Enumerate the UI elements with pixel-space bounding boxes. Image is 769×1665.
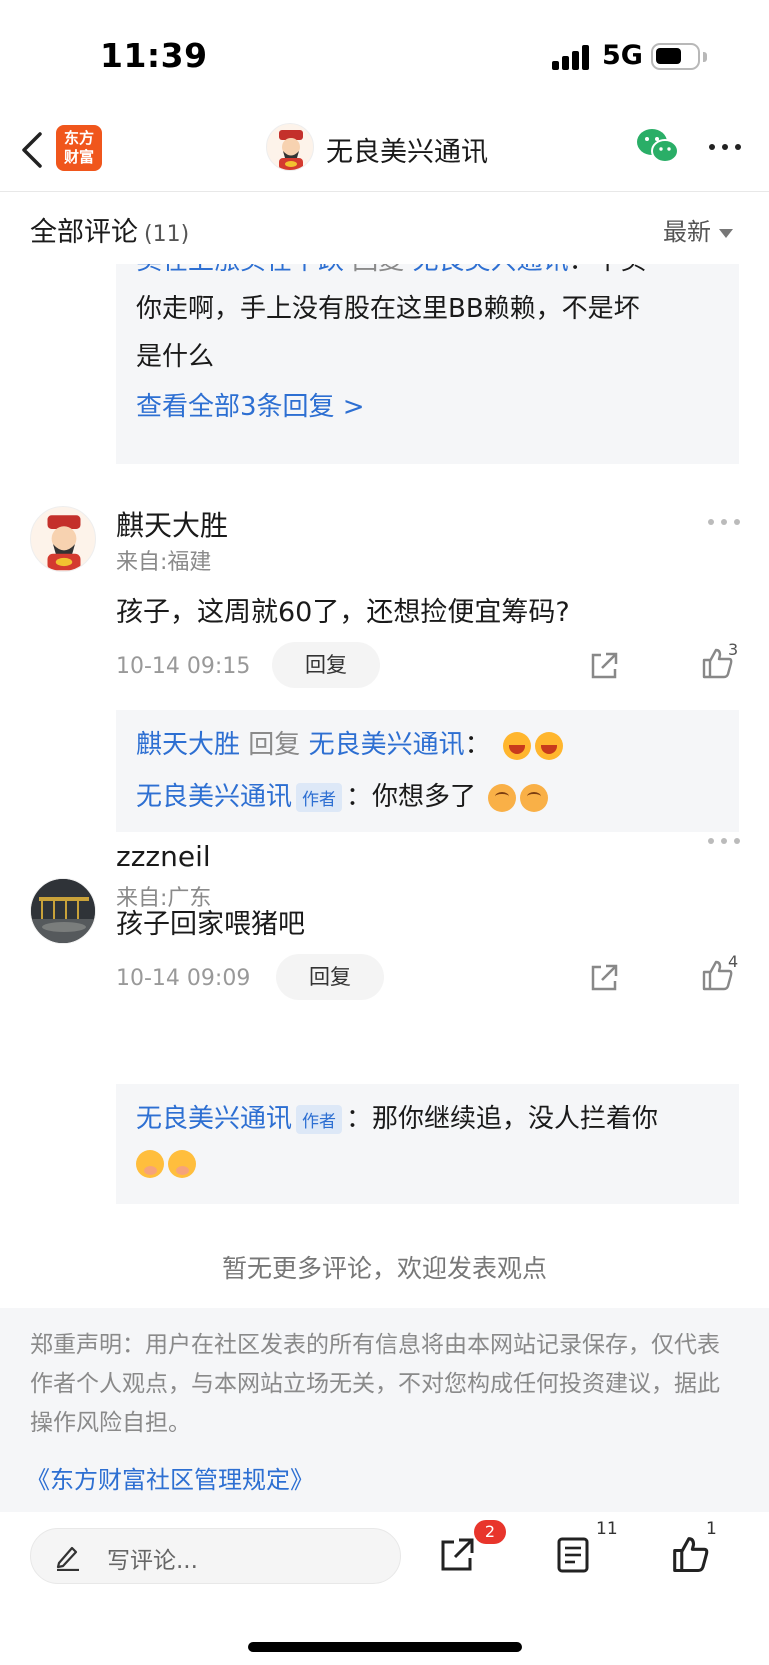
- chevron-down-icon: [719, 228, 733, 238]
- brand-logo-line2: 财富: [63, 148, 94, 166]
- comment-time: 10-14 09:15: [116, 654, 251, 679]
- network-label: 5G: [602, 40, 643, 71]
- comments-count: (11): [144, 222, 190, 247]
- reply-text: 那你继续追，没人拦着你: [372, 1104, 659, 1134]
- community-rules-link[interactable]: 《东方财富社区管理规定》: [26, 1460, 314, 1495]
- comment-input-placeholder: 写评论...: [107, 1548, 198, 1574]
- author-tag: 作者: [296, 783, 343, 812]
- comments-header: 全部评论 (11) 最新: [0, 192, 769, 264]
- reply-user[interactable]: 无良美兴通讯: [136, 782, 292, 812]
- like-count: 1: [706, 1519, 717, 1539]
- like-icon[interactable]: [670, 1534, 710, 1574]
- no-more-comments: 暂无更多评论，欢迎发表观点: [221, 1254, 547, 1283]
- comments-title-label: 全部评论: [30, 217, 138, 248]
- reply-text-line3: 是什么: [136, 342, 215, 372]
- like-count: 4: [728, 952, 739, 971]
- reply-action: 回复: [248, 730, 301, 760]
- share-icon[interactable]: [588, 650, 620, 682]
- comment-count: 11: [596, 1519, 618, 1539]
- reply-colon: ：: [346, 1104, 373, 1134]
- reply-user[interactable]: 麒天大胜: [136, 730, 240, 760]
- reply-line: 无良美兴通讯 作者 ：你想多了: [136, 776, 549, 813]
- reply-user[interactable]: 无良美兴通讯: [136, 1104, 292, 1134]
- reply-colon: ：: [464, 730, 491, 760]
- reply-colon: ：: [346, 782, 373, 812]
- reply-line: 无良美兴通讯 作者 ：那你继续追，没人拦着你: [136, 1098, 658, 1135]
- avatar[interactable]: [30, 506, 96, 572]
- comment-text: 孩子，这周就60了，还想捡便宜筹码?: [116, 597, 570, 628]
- hush-emoji-icon: [136, 1149, 164, 1178]
- pen-icon: [55, 1543, 81, 1572]
- comment-item: zzzneil 来自:广东 孩子回家喂猪吧 10-14 09:09 回复 4 无…: [0, 838, 769, 1204]
- back-icon[interactable]: [18, 128, 48, 172]
- sort-dropdown[interactable]: 最新: [663, 212, 733, 247]
- comment-username[interactable]: zzzneil: [116, 840, 211, 873]
- comment-input[interactable]: 写评论...: [30, 1528, 401, 1584]
- comment-username[interactable]: 麒天大胜: [116, 504, 228, 544]
- reply-button[interactable]: 回复: [272, 642, 380, 688]
- home-indicator[interactable]: [248, 1642, 522, 1652]
- reply-thread-box: 卖在上涨买在下跌 回复 无良美兴通讯：不买 你走啊，手上没有股在这里BB赖赖，不…: [116, 248, 739, 464]
- reply-text-line2: 你走啊，手上没有股在这里BB赖赖，不是坏: [136, 294, 640, 324]
- status-bar: 11:39 5G: [0, 0, 769, 110]
- dizzy-emoji-icon: [488, 783, 517, 812]
- reply-button[interactable]: 回复: [276, 954, 384, 1000]
- share-icon[interactable]: [438, 1536, 476, 1574]
- bottom-bar: 写评论... 2 11 1: [0, 1512, 769, 1665]
- reply-target[interactable]: 无良美兴通讯: [309, 730, 465, 760]
- reply-text: 你想多了: [372, 782, 477, 812]
- dizzy-emoji-icon: [520, 783, 549, 812]
- battery-cap: [703, 52, 707, 62]
- channel-avatar[interactable]: [266, 123, 314, 171]
- wechat-icon[interactable]: [636, 126, 680, 166]
- reply-line: [136, 1148, 196, 1178]
- share-icon[interactable]: [588, 962, 620, 994]
- signal-icon: [552, 44, 592, 70]
- brand-logo-line1: 东方: [63, 129, 94, 147]
- nav-title: 无良美兴通讯: [326, 137, 488, 168]
- like-count: 3: [728, 640, 739, 659]
- battery-icon: [651, 43, 700, 70]
- hush-emoji-icon: [168, 1149, 196, 1178]
- comment-item: 麒天大胜 来自:福建 孩子，这周就60了，还想捡便宜筹码? 10-14 09:1…: [0, 464, 769, 844]
- disclaimer-text: 郑重声明：用户在社区发表的所有信息将由本网站记录保存，仅代表作者个人观点，与本网…: [30, 1332, 720, 1436]
- share-badge: 2: [474, 1520, 506, 1544]
- reply-thread-box: 麒天大胜 回复 无良美兴通讯： 无良美兴通讯 作者 ：你想多了: [116, 710, 739, 832]
- view-all-replies-link[interactable]: 查看全部3条回复 >: [136, 386, 365, 423]
- more-icon[interactable]: [709, 144, 745, 154]
- brand-logo[interactable]: 东方 财富: [56, 125, 102, 171]
- laugh-emoji-icon: [534, 731, 563, 760]
- comment-list-icon[interactable]: [555, 1536, 591, 1574]
- sort-label: 最新: [663, 218, 711, 246]
- laugh-emoji-icon: [502, 731, 531, 760]
- comments-title: 全部评论 (11): [30, 210, 189, 249]
- comment-more-icon[interactable]: [708, 519, 740, 527]
- comment-more-icon[interactable]: [708, 838, 740, 846]
- comment-time: 10-14 09:09: [116, 966, 251, 991]
- comment-location: 来自:福建: [116, 550, 212, 575]
- author-tag: 作者: [296, 1105, 343, 1134]
- reply-line: 麒天大胜 回复 无良美兴通讯：: [136, 724, 563, 761]
- comment-text: 孩子回家喂猪吧: [116, 909, 305, 940]
- disclaimer-section: 郑重声明：用户在社区发表的所有信息将由本网站记录保存，仅代表作者个人观点，与本网…: [0, 1308, 769, 1512]
- status-time: 11:39: [100, 36, 208, 75]
- avatar[interactable]: [30, 878, 96, 944]
- nav-bar: 东方 财富 无良美兴通讯: [0, 110, 769, 192]
- reply-thread-box: 无良美兴通讯 作者 ：那你继续追，没人拦着你: [116, 1084, 739, 1204]
